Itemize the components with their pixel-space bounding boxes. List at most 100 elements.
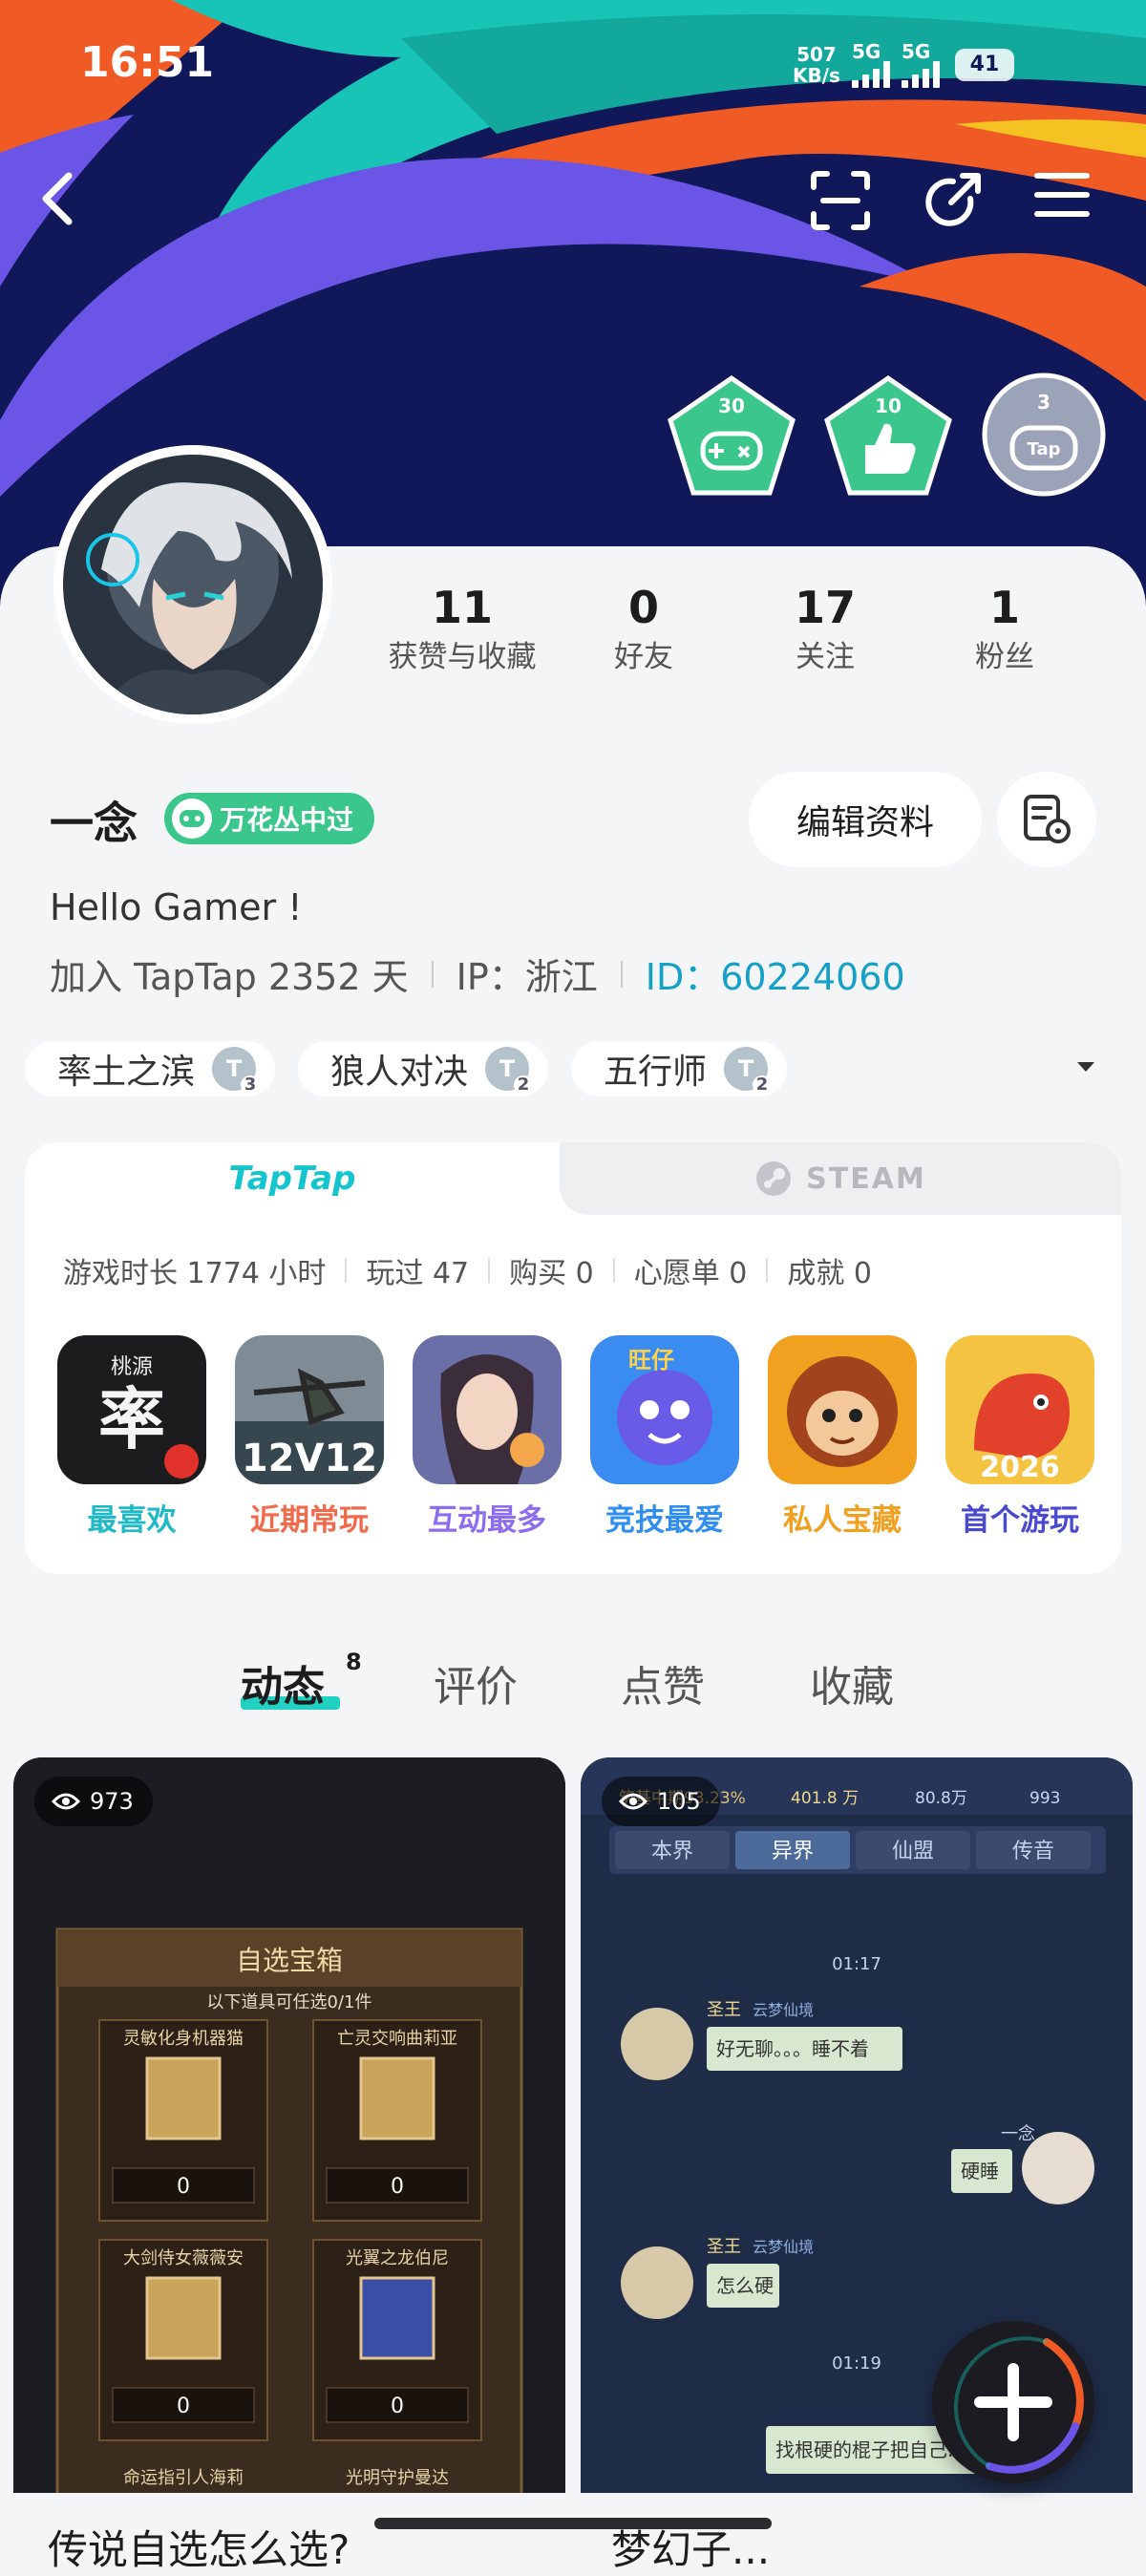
game-icon-favorite[interactable]: 桃源 率 (57, 1335, 206, 1484)
user-id[interactable]: ID：60224060 (646, 947, 905, 1000)
game-icon-text: 率 (98, 1379, 165, 1458)
svg-text:Tap: Tap (1028, 439, 1061, 459)
badge-count: 10 (875, 394, 902, 417)
tag-level: 3 (241, 1075, 261, 1095)
game-icon-treasure[interactable] (768, 1335, 917, 1484)
game-tag[interactable]: 狼人对决 T2 (298, 1041, 549, 1096)
divider (620, 960, 623, 988)
stat-label: 好友 (614, 640, 673, 674)
playtime[interactable]: 游戏时长 1774 小时 (63, 1249, 326, 1291)
share-button[interactable] (921, 170, 997, 246)
tab-posts[interactable]: 动态 (241, 1652, 325, 1714)
tag-level: 2 (514, 1075, 534, 1095)
game-stat: 993 (1029, 1789, 1060, 1808)
chat-tab: 仙盟 (892, 1840, 934, 1863)
stat-following[interactable]: 17 关注 (730, 579, 921, 678)
post-card[interactable]: 自选宝箱 以下道具可任选0/1件 灵敏化身机器猫 0 亡灵交响曲莉亚 0 大剑侍… (13, 1757, 565, 2493)
divider (431, 960, 434, 988)
chest-item-qty: 0 (177, 2175, 190, 2199)
game-label-first: 首个游玩 (961, 1503, 1079, 1538)
chest-footer-item: 命运指引人海莉 (123, 2468, 244, 2488)
home-indicator[interactable] (374, 2518, 772, 2529)
game-icon-recent[interactable]: 12V12 (235, 1335, 384, 1484)
stat-label: 获赞与收藏 (388, 640, 537, 674)
profile-settings-button[interactable] (997, 772, 1096, 867)
back-button[interactable] (38, 170, 115, 246)
game-tag[interactable]: 五行师 T2 (571, 1041, 788, 1096)
stat-followers[interactable]: 1 粉丝 (909, 579, 1100, 678)
signal-bars-icon (851, 61, 890, 88)
chest-item-name: 灵敏化身机器猫 (123, 2029, 244, 2049)
game-tag-label: 五行师 (604, 1053, 708, 1092)
document-settings-icon (1024, 795, 1071, 843)
chat-sender-tag: 云梦仙境 (753, 2238, 814, 2256)
tab-steam[interactable]: STEAM (560, 1142, 1121, 1215)
profile-meta: 加入 TapTap 2352 天 IP：浙江 ID：60224060 (50, 947, 905, 1000)
signal-2: 5G (901, 42, 940, 88)
username: 一念 (50, 798, 138, 849)
chest-item: 大剑侍女薇薇安 0 (98, 2239, 268, 2441)
view-count: 973 (34, 1777, 153, 1826)
tab-reviews[interactable]: 评价 (434, 1652, 518, 1714)
post-screenshot: 自选宝箱 以下道具可任选0/1件 灵敏化身机器猫 0 亡灵交响曲莉亚 0 大剑侍… (13, 1757, 565, 2493)
tap-level-icon: T2 (724, 1047, 773, 1095)
scan-button[interactable] (810, 170, 886, 246)
net-speed-unit: KB/s (793, 64, 840, 87)
eye-icon (619, 1793, 647, 1810)
badge-count: 30 (718, 394, 745, 417)
game-tag[interactable]: 率土之滨 T3 (25, 1041, 276, 1096)
menu-button[interactable] (1033, 170, 1110, 246)
tap-level-icon: T3 (212, 1047, 261, 1095)
signal-1: 5G (851, 42, 890, 88)
net-speed: 507 KB/s (793, 44, 840, 86)
wishlist-count[interactable]: 心愿单 0 (634, 1249, 748, 1291)
avatar[interactable] (53, 445, 332, 724)
game-stat: 80.8万 (915, 1789, 967, 1808)
achievement-badge-gamepad[interactable]: 30 (667, 374, 796, 497)
bio: Hello Gamer ! (50, 886, 303, 928)
tag-level: 2 (753, 1075, 773, 1095)
game-label-favorite: 最喜欢 (87, 1503, 177, 1538)
achievement-badge-thumbsup[interactable]: 10 (823, 374, 953, 497)
played-count[interactable]: 玩过 47 (366, 1249, 469, 1291)
tab-taptap[interactable]: TapTap (25, 1142, 560, 1215)
level-badge[interactable]: 万花丛中过 (164, 793, 375, 844)
view-count-value: 105 (657, 1788, 701, 1815)
tab-favorites[interactable]: 收藏 (810, 1652, 894, 1714)
divider (345, 1258, 348, 1283)
stat-value: 17 (794, 582, 856, 633)
chest-item-name: 光翼之龙伯尼 (346, 2248, 449, 2268)
game-icon-first[interactable]: 2026 (945, 1335, 1094, 1484)
plus-icon (954, 2336, 1084, 2474)
chat-message: 硬睡 (961, 2160, 999, 2182)
tab-likes[interactable]: 点赞 (621, 1652, 705, 1714)
stat-friends[interactable]: 0 好友 (548, 579, 739, 678)
view-count: 105 (602, 1777, 720, 1826)
hamburger-menu-icon (1034, 173, 1090, 217)
share-icon (925, 173, 981, 226)
achievements-count[interactable]: 成就 0 (787, 1249, 872, 1291)
chat-tab: 本界 (651, 1840, 693, 1863)
chest-item: 光翼之龙伯尼 0 (312, 2239, 482, 2441)
game-tag-label: 狼人对决 (330, 1053, 469, 1092)
divider (612, 1258, 615, 1283)
scan-icon (811, 171, 870, 230)
joined-days: 加入 TapTap 2352 天 (50, 956, 409, 998)
game-label-recent: 近期常玩 (250, 1503, 369, 1538)
net-speed-value: 507 (796, 43, 837, 66)
stat-value: 1 (988, 582, 1020, 633)
purchased-count[interactable]: 购买 0 (509, 1249, 594, 1291)
edit-profile-button[interactable]: 编辑资料 (749, 772, 982, 867)
stat-likes[interactable]: 11 获赞与收藏 (367, 579, 558, 678)
stat-value: 11 (431, 582, 493, 633)
game-label-competitive: 竞技最爱 (605, 1503, 724, 1538)
game-icon-competitive[interactable]: 旺仔 (590, 1335, 739, 1484)
chat-tab: 传音 (1012, 1840, 1054, 1863)
game-icon-interact[interactable] (413, 1335, 562, 1484)
tags-expand-button[interactable] (1072, 1056, 1100, 1081)
create-post-button[interactable] (932, 2321, 1094, 2483)
gamepad-icon (172, 798, 212, 839)
chat-sender: 圣王 (707, 2237, 741, 2257)
achievement-badge-tap[interactable]: 3 Tap (980, 371, 1108, 499)
post-title[interactable]: 传说自选怎么选? (48, 2518, 350, 2576)
